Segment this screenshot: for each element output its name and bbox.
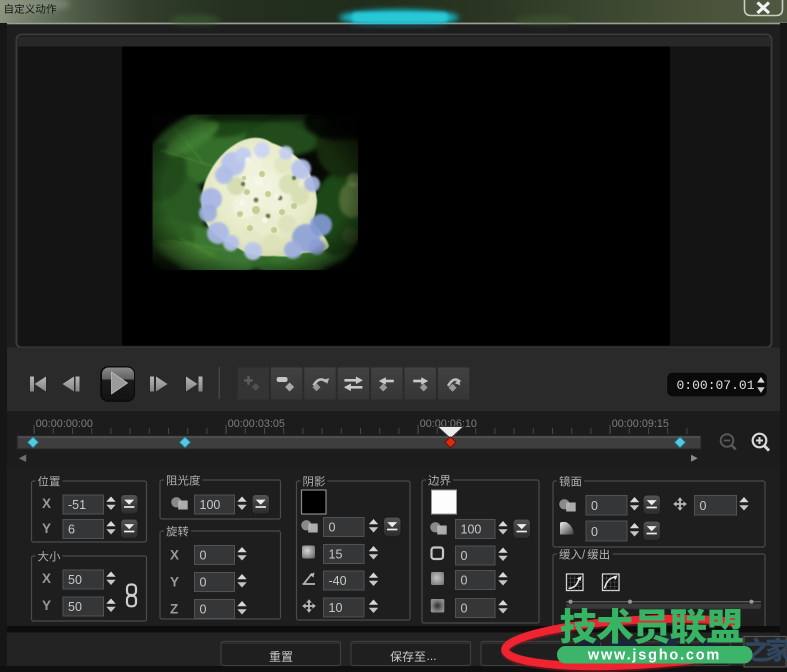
svg-text:00:00:03:05: 00:00:03:05 — [228, 418, 285, 430]
svg-text:0: 0 — [591, 499, 598, 513]
svg-text:00:00:00:00: 00:00:00:00 — [36, 418, 93, 430]
svg-text:00:00:09:15: 00:00:09:15 — [612, 418, 669, 430]
svg-text:www.jsgho.com: www.jsgho.com — [587, 648, 721, 664]
svg-text:0:00:07.01: 0:00:07.01 — [677, 378, 755, 393]
svg-text:0: 0 — [461, 573, 468, 587]
svg-text:0: 0 — [200, 602, 207, 616]
svg-text:0: 0 — [461, 601, 468, 615]
svg-text:0: 0 — [461, 549, 468, 563]
svg-text:0: 0 — [329, 520, 336, 534]
svg-text:...: ... — [427, 649, 437, 663]
svg-text:X: X — [170, 547, 179, 562]
svg-text:Y: Y — [42, 598, 51, 613]
svg-text:-51: -51 — [68, 498, 86, 512]
svg-text:X: X — [42, 571, 51, 586]
svg-text:0: 0 — [700, 499, 707, 513]
svg-text:6: 6 — [68, 522, 75, 536]
svg-text:50: 50 — [68, 573, 82, 587]
svg-text:100: 100 — [461, 522, 482, 536]
svg-text:15: 15 — [329, 547, 343, 561]
svg-text:X: X — [42, 496, 51, 511]
svg-text:Z: Z — [170, 601, 178, 616]
svg-text:0: 0 — [200, 548, 207, 562]
svg-text:10: 10 — [329, 601, 343, 615]
svg-text:Y: Y — [42, 521, 51, 536]
svg-text:Y: Y — [170, 574, 179, 589]
svg-text:-40: -40 — [329, 574, 347, 588]
svg-text:50: 50 — [68, 600, 82, 614]
svg-text:0: 0 — [200, 575, 207, 589]
svg-text:100: 100 — [200, 498, 221, 512]
svg-text:0: 0 — [591, 525, 598, 539]
